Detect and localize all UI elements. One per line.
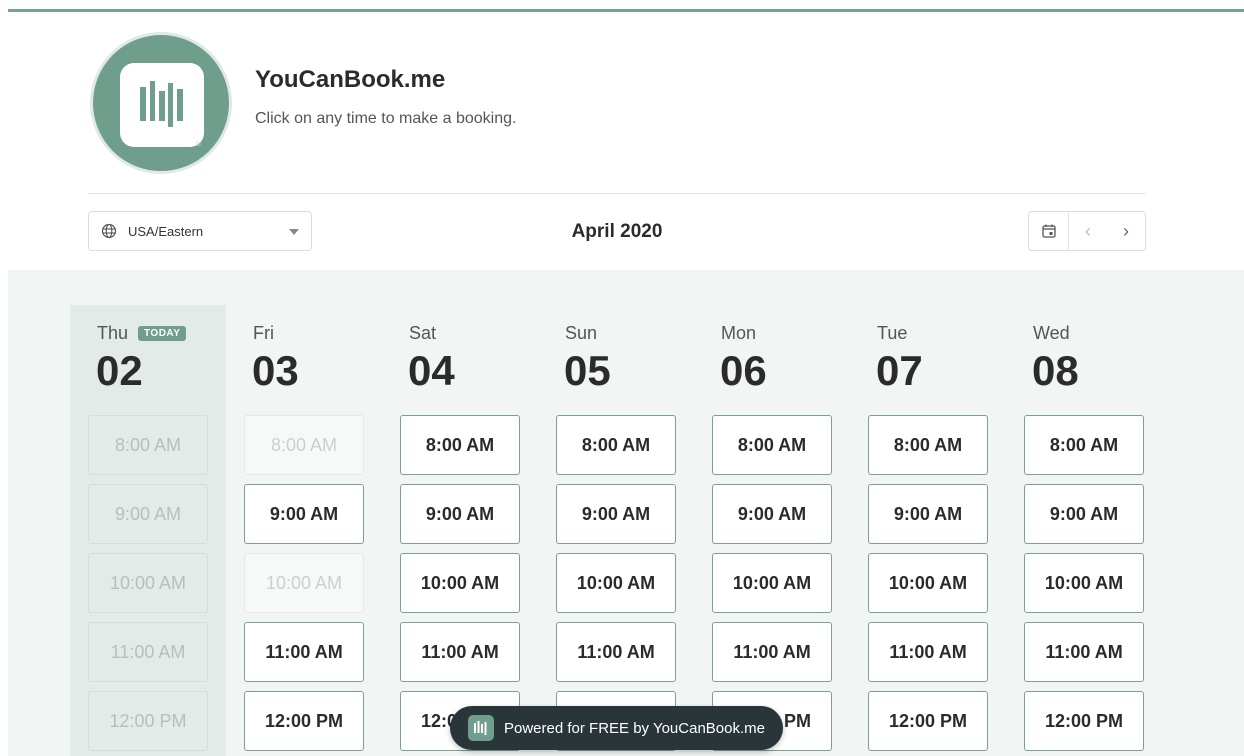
today-badge: TODAY <box>138 326 187 341</box>
day-column-sat: Sat 04 8:00 AM 9:00 AM 10:00 AM 11:00 AM 12:00… <box>382 305 538 756</box>
bars-logo-icon <box>140 81 183 127</box>
week-calendar: Thu TODAY 02 8:00 AM 9:00 AM 10:00 AM 11:00 AM… <box>8 270 1244 756</box>
mini-logo-icon <box>468 715 494 741</box>
day-number: 04 <box>408 347 455 394</box>
time-slot-button[interactable]: 8:00 AM <box>868 415 988 475</box>
day-number: 03 <box>252 347 299 394</box>
time-slot-button[interactable]: 11:00 AM <box>712 622 832 682</box>
day-number: 05 <box>564 347 611 394</box>
day-column-mon: Mon068:00 AM9:00 AM10:00 AM11:00 AM12:00… <box>694 305 850 756</box>
day-name: Mon <box>721 323 757 343</box>
time-slot-button[interactable]: 9:00 AM <box>1024 484 1144 544</box>
time-slot-button[interactable]: 10:00 AM <box>868 553 988 613</box>
time-slot-button[interactable]: 12:00 PM <box>1024 691 1144 751</box>
day-name: Sun <box>565 323 598 343</box>
top-accent-bar <box>8 9 1244 12</box>
day-number: 07 <box>876 347 923 394</box>
brand-name: YouCanBook.me <box>255 66 446 93</box>
time-slot-button: 8:00 AM <box>244 415 364 475</box>
header: ® YouCanBook.me Click on any time to mak… <box>88 30 1146 194</box>
time-slot-button[interactable]: 9:00 AM <box>712 484 832 544</box>
date-navigation: ‹ › <box>1028 211 1146 251</box>
powered-by-text: Powered for FREE by YouCanBook.me <box>504 719 765 737</box>
time-slot-button: 11:00 AM <box>88 622 208 682</box>
day-name: Thu <box>97 323 129 343</box>
day-column-tue: Tue 07 8:00 AM 9:00 AM 10:00 AM 11:00 AM 12:00… <box>850 305 1006 756</box>
day-column-fri: Fri 03 8:00 AM 9:00 AM 10:00 AM 11:00 AM 12:00… <box>226 305 382 756</box>
chevron-right-icon: › <box>1123 220 1129 241</box>
time-slot-button[interactable]: 10:00 AM <box>400 553 520 613</box>
prev-week-button[interactable]: ‹ <box>1069 212 1107 250</box>
time-slot-button[interactable]: 11:00 AM <box>244 622 364 682</box>
time-slot-button[interactable]: 11:00 AM <box>556 622 676 682</box>
month-title: April 2020 <box>571 221 663 242</box>
time-slot-button[interactable]: 9:00 AM <box>400 484 520 544</box>
day-name: Fri <box>253 323 274 343</box>
time-slot-button[interactable]: 9:00 AM <box>244 484 364 544</box>
time-slot-button[interactable]: 8:00 AM <box>712 415 832 475</box>
time-slot-button[interactable]: 9:00 AM <box>868 484 988 544</box>
powered-by-banner[interactable]: Powered for FREE by YouCanBook.me <box>450 706 783 750</box>
time-slot-button[interactable]: 11:00 AM <box>1024 622 1144 682</box>
time-slot-button[interactable]: 11:00 AM <box>400 622 520 682</box>
time-slot-button[interactable]: 8:00 AM <box>1024 415 1144 475</box>
day-name: Sat <box>409 323 437 343</box>
time-slot-button: 10:00 AM <box>244 553 364 613</box>
day-name: Tue <box>877 323 908 343</box>
time-slot-button[interactable]: 12:00 PM <box>868 691 988 751</box>
time-slot-button: 8:00 AM <box>88 415 208 475</box>
time-slot-button[interactable]: 10:00 AM <box>556 553 676 613</box>
time-slot-button: 12:00 PM <box>88 691 208 751</box>
time-slot-button[interactable]: 8:00 AM <box>556 415 676 475</box>
header-divider <box>88 193 1146 194</box>
day-number: 02 <box>96 347 143 394</box>
next-week-button[interactable]: › <box>1107 212 1145 250</box>
time-slot-button[interactable]: 10:00 AM <box>712 553 832 613</box>
calendar-controls: USA/Eastern April 2020 ‹ › <box>88 211 1146 251</box>
registered-mark-icon: ® <box>195 141 201 148</box>
brand-logo: ® <box>90 32 232 174</box>
day-column-thu: Thu TODAY 02 8:00 AM 9:00 AM 10:00 AM 11:00 AM… <box>70 305 226 756</box>
time-slot-button: 9:00 AM <box>88 484 208 544</box>
time-slot-button[interactable]: 10:00 AM <box>1024 553 1144 613</box>
day-number: 08 <box>1032 347 1079 394</box>
day-number: 06 <box>720 347 767 394</box>
calendar-picker-button[interactable] <box>1029 212 1069 250</box>
calendar-icon <box>1041 224 1056 238</box>
chevron-left-icon: ‹ <box>1085 220 1091 241</box>
time-slot-button[interactable]: 8:00 AM <box>400 415 520 475</box>
day-column-wed: Wed 08 8:00 AM 9:00 AM 10:00 AM 11:00 AM 12:00… <box>1006 305 1162 756</box>
time-slot-button[interactable]: 9:00 AM <box>556 484 676 544</box>
brand-subtitle: Click on any time to make a booking. <box>255 110 517 127</box>
logo-tile: ® <box>120 63 204 148</box>
day-column-sun: Sun058:00 AM9:00 AM10:00 AM11:00 AM12:00… <box>538 305 694 756</box>
time-slot-button[interactable]: 11:00 AM <box>868 622 988 682</box>
time-slot-button[interactable]: 12:00 PM <box>244 691 364 751</box>
time-slot-button: 10:00 AM <box>88 553 208 613</box>
day-name: Wed <box>1033 323 1070 343</box>
